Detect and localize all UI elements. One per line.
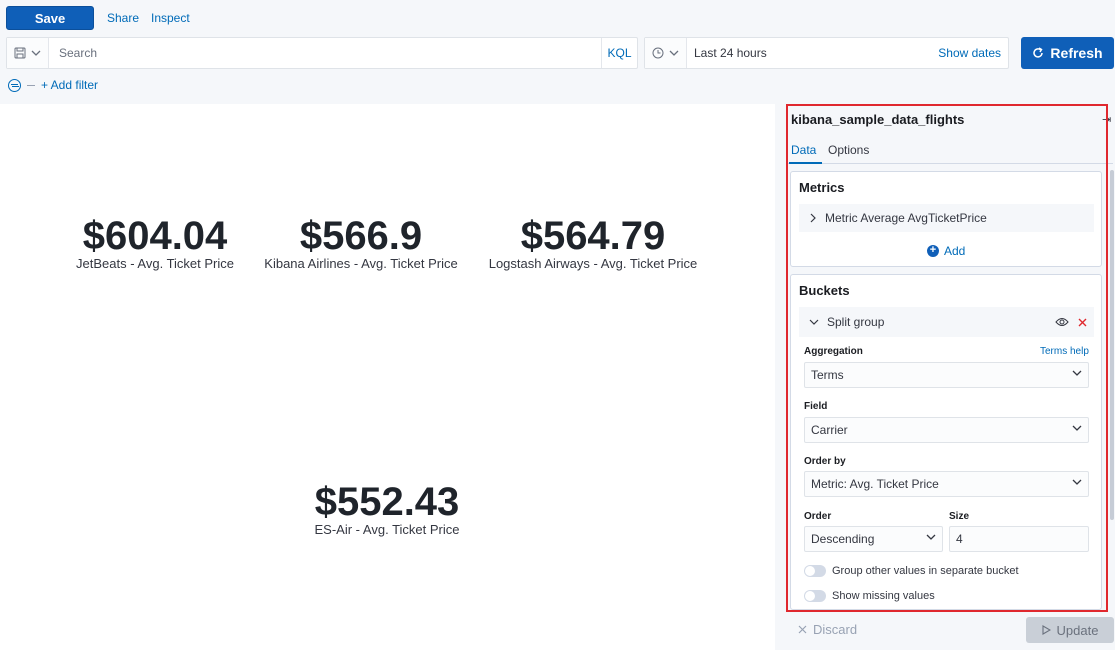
quick-select-button[interactable]: [645, 38, 687, 68]
metrics-section: Metrics Metric Average AvgTicketPrice + …: [790, 171, 1102, 267]
metric-value: $552.43: [314, 480, 460, 524]
play-icon: [1041, 625, 1051, 635]
order-by-select-value: Metric: Avg. Ticket Price: [811, 477, 939, 491]
terms-help-link[interactable]: Terms help: [1040, 346, 1089, 357]
date-picker: Last 24 hours Show dates: [644, 37, 1009, 69]
size-label: Size: [949, 511, 970, 522]
editor-tabs: Data Options: [788, 138, 1113, 164]
metric-value: $566.9: [299, 214, 423, 258]
field-select-value: Carrier: [811, 423, 848, 437]
field-select[interactable]: Carrier: [804, 417, 1089, 443]
metric-label: JetBeats - Avg. Ticket Price: [76, 256, 234, 271]
metrics-section-title: Metrics: [799, 180, 845, 195]
chevron-down-icon: [926, 534, 936, 540]
metric-visualization: $604.04 JetBeats - Avg. Ticket Price $56…: [0, 104, 775, 650]
aggregation-select-value: Terms: [811, 368, 844, 382]
refresh-label: Refresh: [1050, 45, 1103, 61]
metric-label: Logstash Airways - Avg. Ticket Price: [488, 256, 698, 271]
chevron-down-icon: [669, 50, 679, 56]
metric-value: $564.79: [520, 214, 666, 258]
add-filter-link[interactable]: + Add filter: [41, 78, 98, 92]
remove-icon[interactable]: [1078, 318, 1087, 327]
group-other-toggle-row: Group other values in separate bucket: [804, 565, 1019, 577]
show-dates-link[interactable]: Show dates: [938, 46, 1001, 60]
metric-tile: $564.79 Logstash Airways - Avg. Ticket P…: [489, 215, 698, 271]
refresh-icon: [1033, 47, 1044, 58]
chevron-down-icon: [1072, 425, 1082, 431]
bucket-agg-row[interactable]: Split group: [799, 307, 1094, 337]
show-missing-label: Show missing values: [832, 590, 935, 602]
update-label: Update: [1056, 622, 1099, 638]
buckets-section-title: Buckets: [799, 283, 850, 298]
chevron-down-icon: [1072, 479, 1082, 485]
field-label: Field: [804, 401, 828, 412]
refresh-button[interactable]: Refresh: [1021, 37, 1114, 69]
save-button[interactable]: Save: [6, 6, 94, 30]
add-metric-label: Add: [944, 244, 966, 258]
add-metric-button[interactable]: + Add: [927, 244, 965, 258]
metric-tile: $552.43 ES-Air - Avg. Ticket Price: [315, 481, 460, 537]
group-other-toggle[interactable]: [804, 565, 826, 577]
order-label: Order: [804, 511, 832, 522]
metric-label: Kibana Airlines - Avg. Ticket Price: [264, 256, 458, 271]
collapse-panel-icon[interactable]: ⇥: [1102, 113, 1111, 126]
query-bar: Search KQL: [6, 37, 638, 69]
metric-agg-label: Metric Average AvgTicketPrice: [825, 211, 987, 225]
metric-tile: $566.9 Kibana Airlines - Avg. Ticket Pri…: [264, 215, 457, 271]
filter-options-icon[interactable]: [8, 78, 21, 92]
discard-label: Discard: [813, 622, 858, 637]
panel-scrollbar[interactable]: [1110, 170, 1114, 520]
query-language-button[interactable]: KQL: [601, 38, 637, 68]
metric-label: ES-Air - Avg. Ticket Price: [314, 522, 460, 537]
group-other-label: Group other values in separate bucket: [832, 565, 1019, 577]
metric-value: $604.04: [82, 214, 228, 258]
order-by-label: Order by: [804, 456, 846, 467]
top-nav-bar: Save Share Inspect Search KQL Last 24 ho…: [0, 0, 1115, 104]
tab-options[interactable]: Options: [828, 143, 869, 157]
order-select[interactable]: Descending: [804, 526, 943, 552]
clock-icon: [652, 47, 664, 59]
share-link[interactable]: Share: [107, 11, 139, 25]
size-input-value: 4: [956, 532, 963, 546]
tab-data[interactable]: Data: [791, 143, 816, 157]
active-tab-indicator: [789, 162, 822, 164]
metric-tile: $604.04 JetBeats - Avg. Ticket Price: [76, 215, 234, 271]
eye-icon[interactable]: [1055, 317, 1069, 327]
aggregation-select[interactable]: Terms: [804, 362, 1089, 388]
index-pattern-title: kibana_sample_data_flights: [791, 112, 965, 127]
buckets-section: Buckets Split group Aggregation Terms he…: [790, 274, 1102, 610]
search-input[interactable]: Search: [59, 46, 97, 60]
time-range-label[interactable]: Last 24 hours: [694, 46, 767, 60]
order-select-value: Descending: [811, 532, 875, 546]
filter-divider: [27, 84, 35, 86]
update-button[interactable]: Update: [1026, 617, 1114, 643]
inspect-link[interactable]: Inspect: [151, 11, 190, 25]
chevron-down-icon[interactable]: [809, 318, 819, 326]
filter-bar: + Add filter: [8, 77, 98, 93]
show-missing-toggle-row: Show missing values: [804, 590, 935, 602]
saved-query-icon: [14, 47, 26, 59]
show-missing-toggle[interactable]: [804, 590, 826, 602]
order-by-select[interactable]: Metric: Avg. Ticket Price: [804, 471, 1089, 497]
chevron-down-icon: [1072, 370, 1082, 376]
size-input[interactable]: 4: [949, 526, 1089, 552]
bucket-agg-label: Split group: [827, 315, 885, 329]
aggregation-label: Aggregation: [804, 346, 863, 357]
plus-circle-icon: +: [927, 245, 939, 257]
chevron-down-icon: [31, 50, 41, 56]
close-icon: [798, 625, 807, 634]
saved-query-menu-button[interactable]: [7, 38, 49, 68]
chevron-right-icon[interactable]: [809, 213, 817, 223]
metric-agg-row[interactable]: Metric Average AvgTicketPrice: [799, 204, 1094, 232]
discard-button[interactable]: Discard: [798, 622, 857, 637]
